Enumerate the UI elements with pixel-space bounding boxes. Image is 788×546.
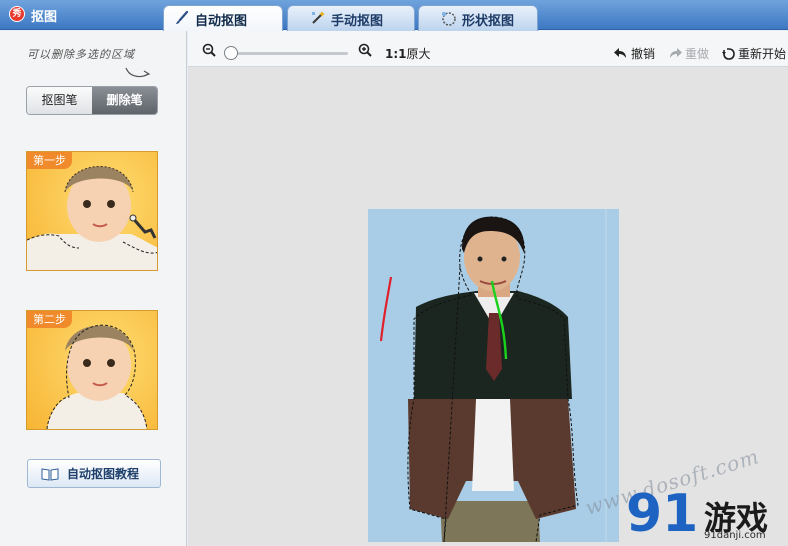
undo-icon xyxy=(614,47,626,58)
tab-label: 手动抠图 xyxy=(331,14,384,29)
tab-auto-cutout[interactable]: 自动抠图 xyxy=(163,5,283,32)
cutout-pen-button[interactable]: 抠图笔 xyxy=(27,87,92,114)
reset-icon xyxy=(722,47,735,60)
left-panel: 可以删除多选的区域 抠图笔 删除笔 第一步 第二步 自动抠图教程 xyxy=(0,31,187,546)
tab-label: 自动抠图 xyxy=(195,14,248,29)
book-icon xyxy=(41,467,59,481)
step-badge: 第二步 xyxy=(27,311,72,328)
photo-image[interactable] xyxy=(368,209,619,542)
logo-site: 91danji.com xyxy=(704,530,766,541)
pen-toggle: 抠图笔 删除笔 xyxy=(26,86,158,115)
curved-arrow-icon xyxy=(125,67,151,78)
ratio-label: 1:1 xyxy=(385,47,407,61)
person-photo xyxy=(368,209,619,542)
zoom-out-icon[interactable] xyxy=(202,43,216,57)
window-title: 抠图 xyxy=(31,10,58,25)
redo-label: 重做 xyxy=(685,47,710,61)
step-badge: 第一步 xyxy=(27,152,72,169)
tab-manual-cutout[interactable]: 手动抠图 xyxy=(287,5,415,31)
app-logo: 秀 xyxy=(9,6,25,22)
reset-button[interactable]: 重新开始 xyxy=(721,45,786,62)
redo-button[interactable]: 重做 xyxy=(668,45,709,62)
step2-thumbnail: 第二步 xyxy=(26,310,158,430)
tab-shape-cutout[interactable]: 形状抠图 xyxy=(418,5,538,31)
step1-thumbnail: 第一步 xyxy=(26,151,158,271)
redo-icon xyxy=(670,47,682,58)
actual-size-button[interactable]: 1:1原大 xyxy=(385,45,431,62)
zoom-slider-handle[interactable] xyxy=(224,46,238,60)
baby-image xyxy=(27,166,157,270)
logo-number: 91 xyxy=(626,484,699,544)
hint-text: 可以删除多选的区域 xyxy=(27,48,135,61)
erase-pen-button[interactable]: 删除笔 xyxy=(92,87,157,114)
tutorial-button[interactable]: 自动抠图教程 xyxy=(27,459,161,488)
zoom-slider-track[interactable] xyxy=(230,52,348,55)
brush-icon xyxy=(174,10,190,26)
canvas-toolbar: 1:1原大 撤销 重做 重新开始 xyxy=(188,31,788,67)
ratio-text: 原大 xyxy=(406,47,431,61)
magic-wand-icon xyxy=(310,10,326,26)
undo-label: 撤销 xyxy=(631,47,656,61)
tutorial-label: 自动抠图教程 xyxy=(67,467,140,481)
tab-label: 形状抠图 xyxy=(462,14,515,29)
baby-image xyxy=(46,324,148,429)
undo-button[interactable]: 撤销 xyxy=(614,45,655,62)
zoom-in-icon[interactable] xyxy=(358,43,372,57)
reset-label: 重新开始 xyxy=(738,47,787,61)
shape-icon xyxy=(441,10,457,26)
watermark-logo: 91 游戏 91danji.com xyxy=(620,484,788,546)
